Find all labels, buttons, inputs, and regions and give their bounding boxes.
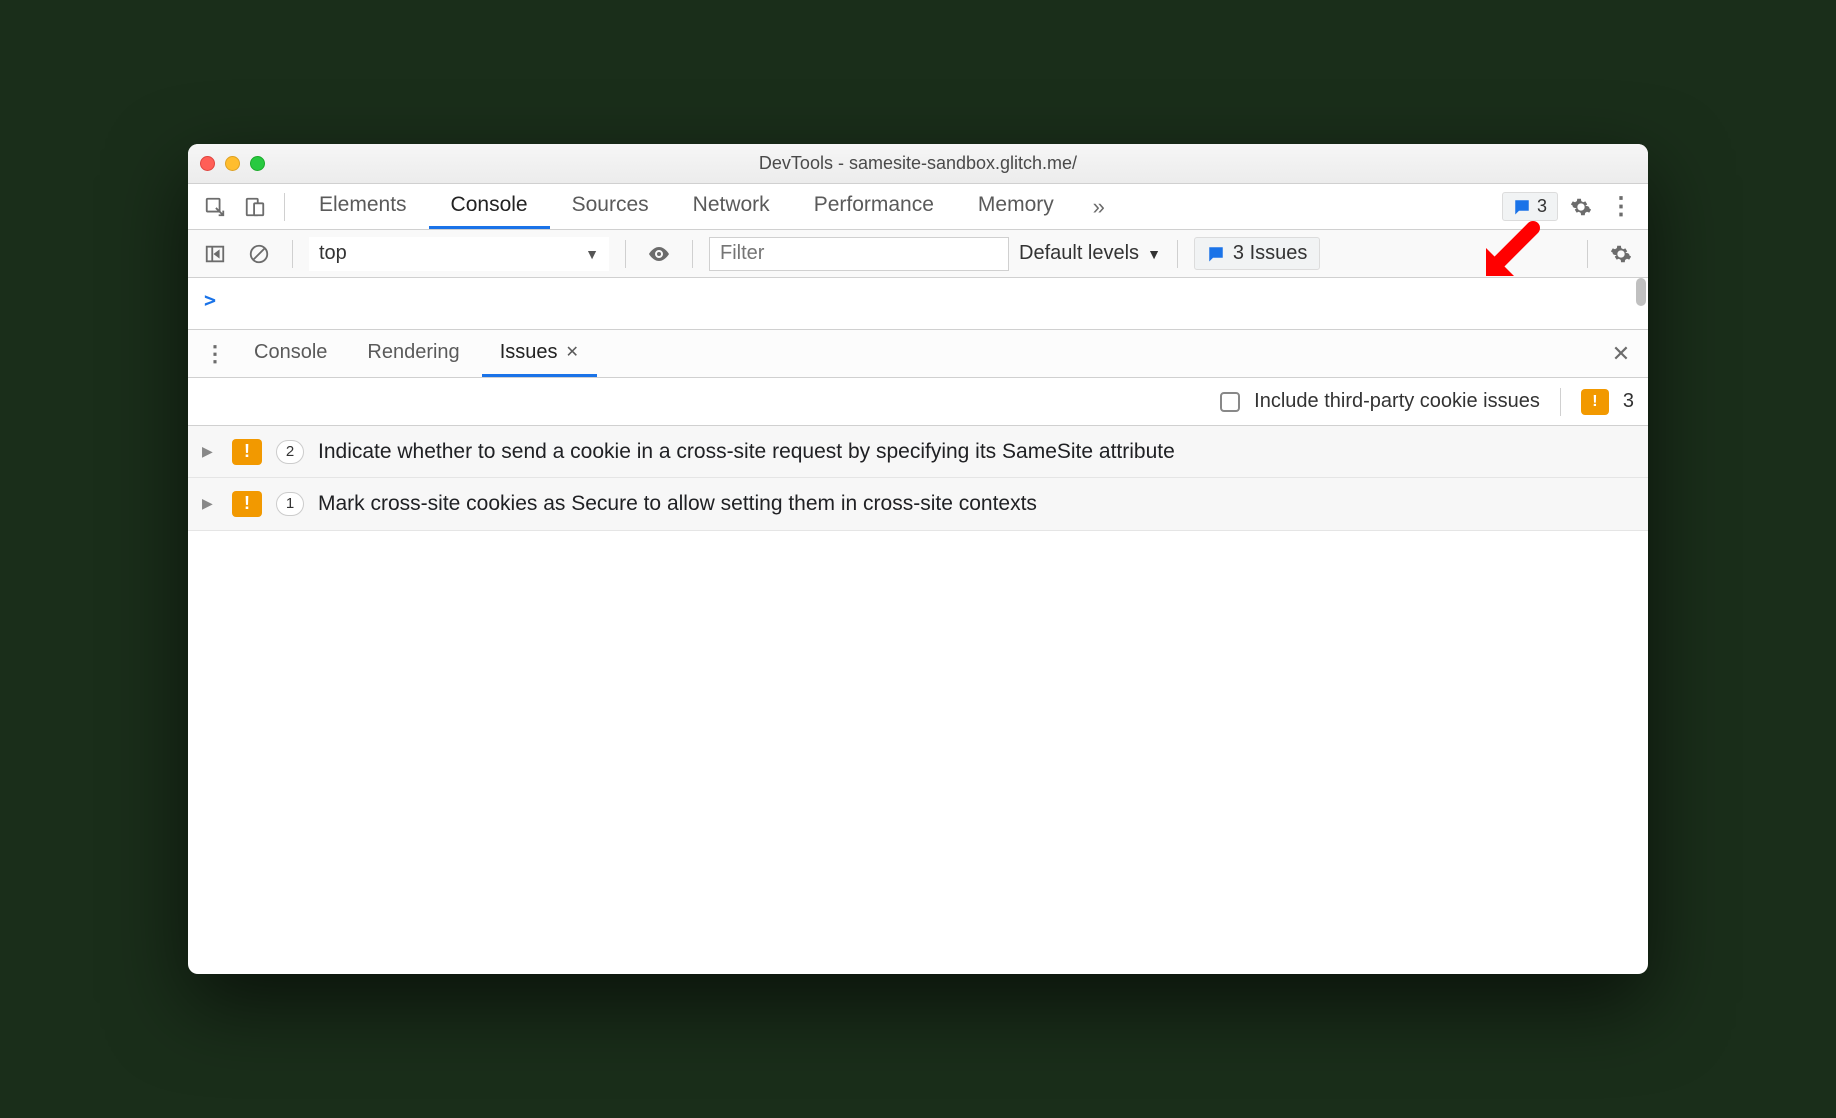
- devtools-window: DevTools - samesite-sandbox.glitch.me/ E…: [188, 144, 1648, 974]
- issues-counter-label: 3 Issues: [1233, 242, 1307, 265]
- close-tab-icon[interactable]: ✕: [566, 342, 579, 362]
- issues-toolbar: Include third-party cookie issues ! 3: [188, 378, 1648, 426]
- context-value: top: [319, 242, 347, 265]
- issue-title: Mark cross-site cookies as Secure to all…: [318, 490, 1037, 517]
- warning-icon: !: [232, 491, 262, 517]
- levels-label: Default levels: [1019, 242, 1139, 265]
- prompt-symbol: >: [204, 288, 216, 312]
- divider: [1587, 240, 1588, 268]
- expand-icon[interactable]: ▶: [202, 443, 218, 460]
- drawer-tab-rendering[interactable]: Rendering: [349, 330, 477, 377]
- kebab-menu-icon[interactable]: ⋮: [1604, 190, 1638, 224]
- issues-list: ▶ ! 2 Indicate whether to send a cookie …: [188, 426, 1648, 531]
- close-drawer-icon[interactable]: ✕: [1604, 337, 1638, 371]
- tab-console[interactable]: Console: [429, 184, 550, 229]
- include-third-party-checkbox[interactable]: [1220, 392, 1240, 412]
- tab-elements[interactable]: Elements: [297, 184, 429, 229]
- divider: [284, 193, 285, 221]
- issue-count-badge: 2: [276, 440, 304, 464]
- chevron-down-icon: ▼: [585, 246, 599, 262]
- warn-glyph: !: [1581, 389, 1609, 415]
- chevron-down-icon: ▼: [1147, 246, 1161, 262]
- live-expression-icon[interactable]: [642, 237, 676, 271]
- drawer-tab-issues[interactable]: Issues ✕: [482, 330, 597, 377]
- console-toolbar: top ▼ Default levels ▼ 3 Issues: [188, 230, 1648, 278]
- expand-icon[interactable]: ▶: [202, 495, 218, 512]
- console-prompt[interactable]: >: [188, 278, 1648, 330]
- issue-row[interactable]: ▶ ! 1 Mark cross-site cookies as Secure …: [188, 478, 1648, 530]
- warning-icon: !: [232, 439, 262, 465]
- total-issues-count: 3: [1623, 390, 1634, 413]
- issue-title: Indicate whether to send a cookie in a c…: [318, 438, 1175, 465]
- more-tabs-icon[interactable]: »: [1082, 190, 1116, 224]
- divider: [1177, 240, 1178, 268]
- drawer-tab-issues-label: Issues: [500, 341, 558, 364]
- window-title: DevTools - samesite-sandbox.glitch.me/: [188, 153, 1648, 174]
- settings-icon[interactable]: [1564, 190, 1598, 224]
- issues-counter-button[interactable]: 3 Issues: [1194, 237, 1320, 270]
- tab-sources[interactable]: Sources: [550, 184, 671, 229]
- device-toolbar-icon[interactable]: [238, 190, 272, 224]
- issues-badge-button[interactable]: 3: [1502, 192, 1558, 221]
- console-sidebar-toggle-icon[interactable]: [198, 237, 232, 271]
- total-issues-badge-icon: !: [1581, 389, 1609, 415]
- drawer-kebab-icon[interactable]: ⋮: [198, 337, 232, 371]
- log-levels-dropdown[interactable]: Default levels ▼: [1019, 242, 1161, 265]
- issue-row[interactable]: ▶ ! 2 Indicate whether to send a cookie …: [188, 426, 1648, 478]
- main-tabstrip: Elements Console Sources Network Perform…: [188, 184, 1648, 230]
- drawer-tab-console[interactable]: Console: [236, 330, 345, 377]
- clear-console-icon[interactable]: [242, 237, 276, 271]
- drawer-tabstrip: ⋮ Console Rendering Issues ✕ ✕: [188, 330, 1648, 378]
- inspect-element-icon[interactable]: [198, 190, 232, 224]
- titlebar: DevTools - samesite-sandbox.glitch.me/: [188, 144, 1648, 184]
- divider: [625, 240, 626, 268]
- tab-memory[interactable]: Memory: [956, 184, 1076, 229]
- console-settings-icon[interactable]: [1604, 237, 1638, 271]
- tab-network[interactable]: Network: [671, 184, 792, 229]
- tab-performance[interactable]: Performance: [792, 184, 956, 229]
- divider: [292, 240, 293, 268]
- main-tabs: Elements Console Sources Network Perform…: [297, 184, 1076, 229]
- divider: [692, 240, 693, 268]
- include-third-party-label: Include third-party cookie issues: [1254, 390, 1540, 413]
- issues-badge-count: 3: [1537, 196, 1547, 217]
- issue-count-badge: 1: [276, 492, 304, 516]
- scrollbar-thumb[interactable]: [1636, 278, 1646, 306]
- context-selector[interactable]: top ▼: [309, 237, 609, 271]
- divider: [1560, 388, 1561, 416]
- filter-input[interactable]: [709, 237, 1009, 271]
